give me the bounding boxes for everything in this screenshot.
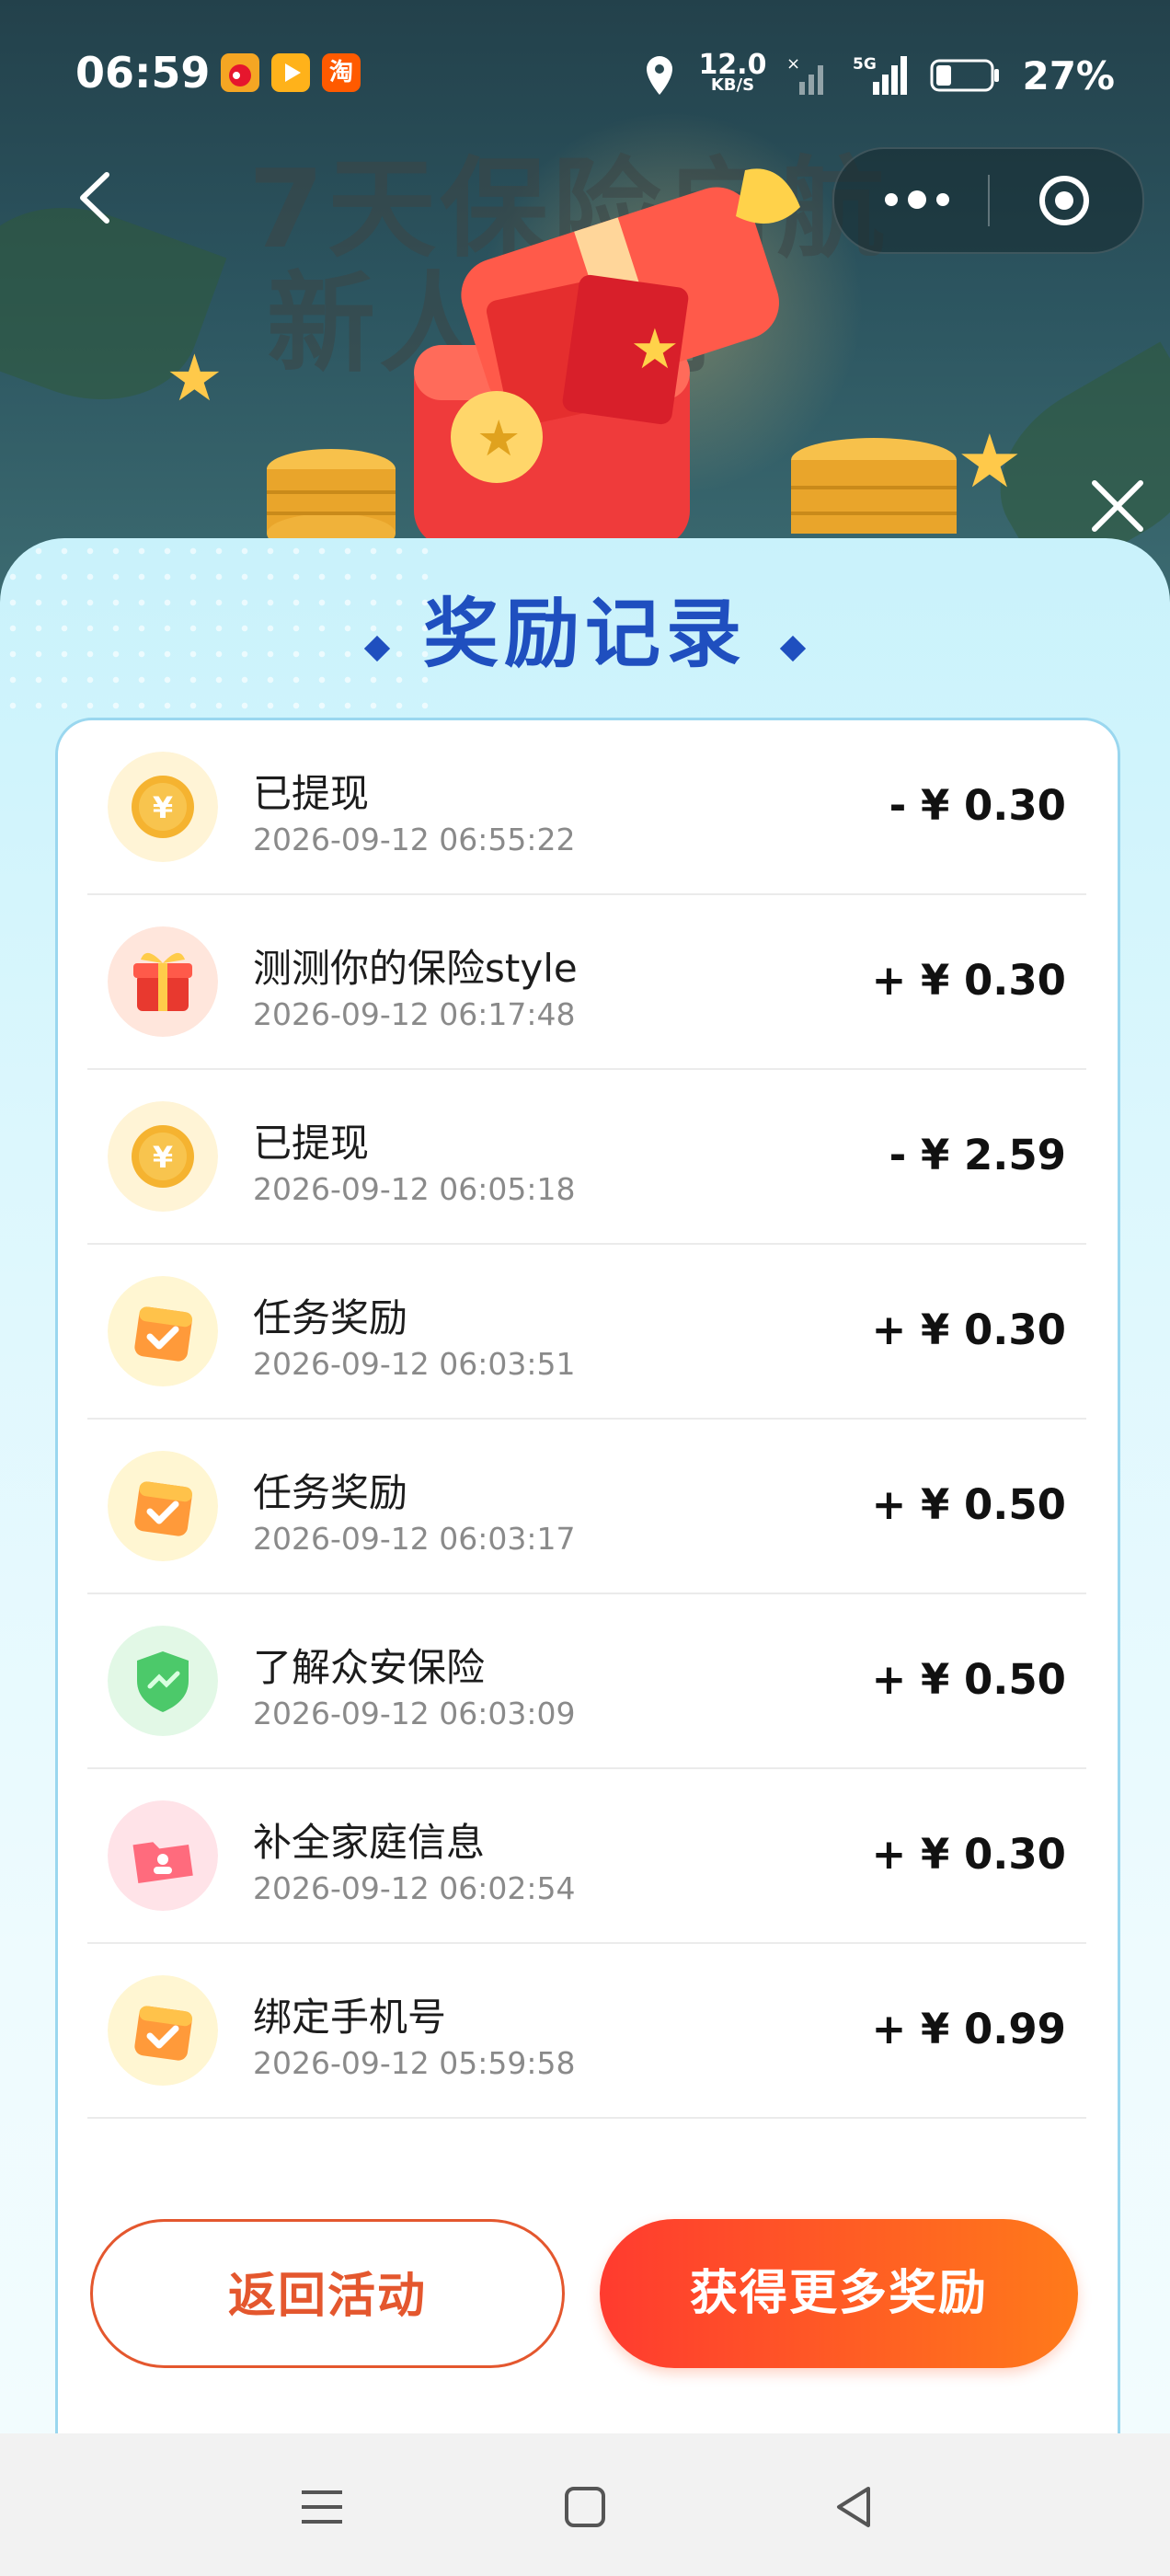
record-time: 2026-09-12 06:03:17 bbox=[253, 1521, 576, 1557]
record-time: 2026-09-12 06:55:22 bbox=[253, 822, 576, 857]
network-speed-value: 12.0 bbox=[698, 49, 767, 81]
record-title: 了解众安保险 bbox=[253, 1645, 486, 1690]
back-to-activity-button[interactable]: 返回活动 bbox=[90, 2219, 565, 2368]
battery-icon bbox=[930, 59, 1000, 92]
battery-percent: 27% bbox=[1022, 52, 1115, 98]
gift-box-icon bbox=[108, 926, 218, 1037]
svg-text:★: ★ bbox=[476, 409, 521, 467]
record-row: 任务奖励 2026-09-12 06:03:51 + ¥ 0.30 bbox=[87, 1245, 1086, 1420]
record-row: 测测你的保险style 2026-09-12 06:17:48 + ¥ 0.30 bbox=[87, 895, 1086, 1070]
record-amount: + ¥ 0.99 bbox=[871, 2005, 1066, 2053]
diamond-icon bbox=[779, 635, 807, 661]
record-title: 任务奖励 bbox=[253, 1470, 408, 1515]
record-amount: - ¥ 2.59 bbox=[889, 1131, 1066, 1179]
status-time: 06:59 bbox=[75, 48, 211, 98]
close-mini-program-icon[interactable] bbox=[1038, 175, 1090, 226]
records-list: ¥ 已提现 2026-09-12 06:55:22 - ¥ 0.30 测测你的保… bbox=[87, 720, 1086, 2119]
folder-user-icon bbox=[108, 1800, 218, 1911]
svg-text:★: ★ bbox=[630, 317, 680, 382]
svg-text:¥: ¥ bbox=[153, 790, 173, 825]
record-amount: + ¥ 0.30 bbox=[871, 956, 1066, 1005]
record-amount: - ¥ 0.30 bbox=[889, 781, 1066, 830]
record-amount: + ¥ 0.30 bbox=[871, 1305, 1066, 1354]
svg-text:5G: 5G bbox=[853, 55, 877, 74]
record-title: 测测你的保险style bbox=[253, 946, 578, 991]
menu-icon[interactable] bbox=[294, 2479, 350, 2535]
record-title: 任务奖励 bbox=[253, 1295, 408, 1340]
red-gift-box-illustration: ★ ★ bbox=[414, 168, 800, 547]
record-row: ¥ 已提现 2026-09-12 06:05:18 - ¥ 2.59 bbox=[87, 1070, 1086, 1245]
record-time: 2026-09-12 06:03:51 bbox=[253, 1346, 576, 1382]
record-row: 补全家庭信息 2026-09-12 06:02:54 + ¥ 0.30 bbox=[87, 1769, 1086, 1944]
video-app-icon bbox=[271, 53, 310, 92]
location-icon bbox=[647, 56, 673, 95]
record-amount: + ¥ 0.50 bbox=[871, 1655, 1066, 1704]
panel-title: 奖励记录 bbox=[414, 584, 756, 685]
record-amount: + ¥ 0.30 bbox=[871, 1830, 1066, 1879]
record-row: 任务奖励 2026-09-12 06:03:17 + ¥ 0.50 bbox=[87, 1420, 1086, 1594]
record-row: 了解众安保险 2026-09-12 06:03:09 + ¥ 0.50 bbox=[87, 1594, 1086, 1769]
calendar-check-icon bbox=[108, 1975, 218, 2086]
record-time: 2026-09-12 06:05:18 bbox=[253, 1171, 576, 1207]
wifi-disconnected-signal-icon: × bbox=[786, 54, 824, 95]
status-indicators: 12.0 KB/S × 5G 27% bbox=[641, 48, 1115, 103]
calendar-check-icon bbox=[108, 1276, 218, 1386]
taobao-icon: 淘 bbox=[322, 53, 361, 92]
weibo-icon bbox=[221, 53, 259, 92]
record-time: 2026-09-12 06:17:48 bbox=[253, 996, 576, 1032]
shield-icon bbox=[108, 1626, 218, 1736]
network-speed: 12.0 KB/S bbox=[698, 49, 767, 96]
mini-program-capsule bbox=[832, 147, 1144, 254]
more-options-icon[interactable] bbox=[880, 186, 954, 213]
back-arrow-icon[interactable] bbox=[72, 170, 118, 225]
cellular-5g-signal-icon: 5G bbox=[853, 55, 908, 95]
calendar-check-icon bbox=[108, 1451, 218, 1561]
svg-text:¥: ¥ bbox=[153, 1140, 173, 1175]
panel-header: 奖励记录 bbox=[0, 584, 1170, 713]
system-navigation-bar bbox=[0, 2433, 1170, 2576]
record-title: 补全家庭信息 bbox=[253, 1820, 486, 1865]
status-bar: 06:59 淘 12.0 KB/S × 5G 27% bbox=[0, 0, 1170, 152]
home-icon[interactable] bbox=[557, 2479, 613, 2535]
get-more-rewards-button[interactable]: 获得更多奖励 bbox=[600, 2219, 1078, 2368]
star-icon: ★ bbox=[957, 419, 1023, 504]
yuan-coin-icon: ¥ bbox=[108, 752, 218, 862]
record-time: 2026-09-12 05:59:58 bbox=[253, 2045, 576, 2081]
records-card: ¥ 已提现 2026-09-12 06:55:22 - ¥ 0.30 测测你的保… bbox=[55, 718, 1120, 2436]
back-triangle-icon[interactable] bbox=[826, 2479, 881, 2535]
record-title: 已提现 bbox=[253, 1121, 370, 1166]
record-time: 2026-09-12 06:03:09 bbox=[253, 1696, 576, 1731]
record-title: 已提现 bbox=[253, 771, 370, 816]
capsule-divider bbox=[988, 175, 990, 226]
record-title: 绑定手机号 bbox=[253, 1995, 447, 2040]
yuan-coin-icon: ¥ bbox=[108, 1101, 218, 1212]
record-row: 绑定手机号 2026-09-12 05:59:58 + ¥ 0.99 bbox=[87, 1944, 1086, 2119]
record-time: 2026-09-12 06:02:54 bbox=[253, 1870, 576, 1906]
record-row: ¥ 已提现 2026-09-12 06:55:22 - ¥ 0.30 bbox=[87, 720, 1086, 895]
close-icon[interactable] bbox=[1085, 474, 1150, 538]
star-icon: ★ bbox=[166, 340, 224, 416]
diamond-icon bbox=[363, 635, 391, 661]
svg-text:×: × bbox=[786, 54, 800, 74]
record-amount: + ¥ 0.50 bbox=[871, 1480, 1066, 1529]
panel-title-text: 奖励记录 bbox=[422, 591, 747, 678]
